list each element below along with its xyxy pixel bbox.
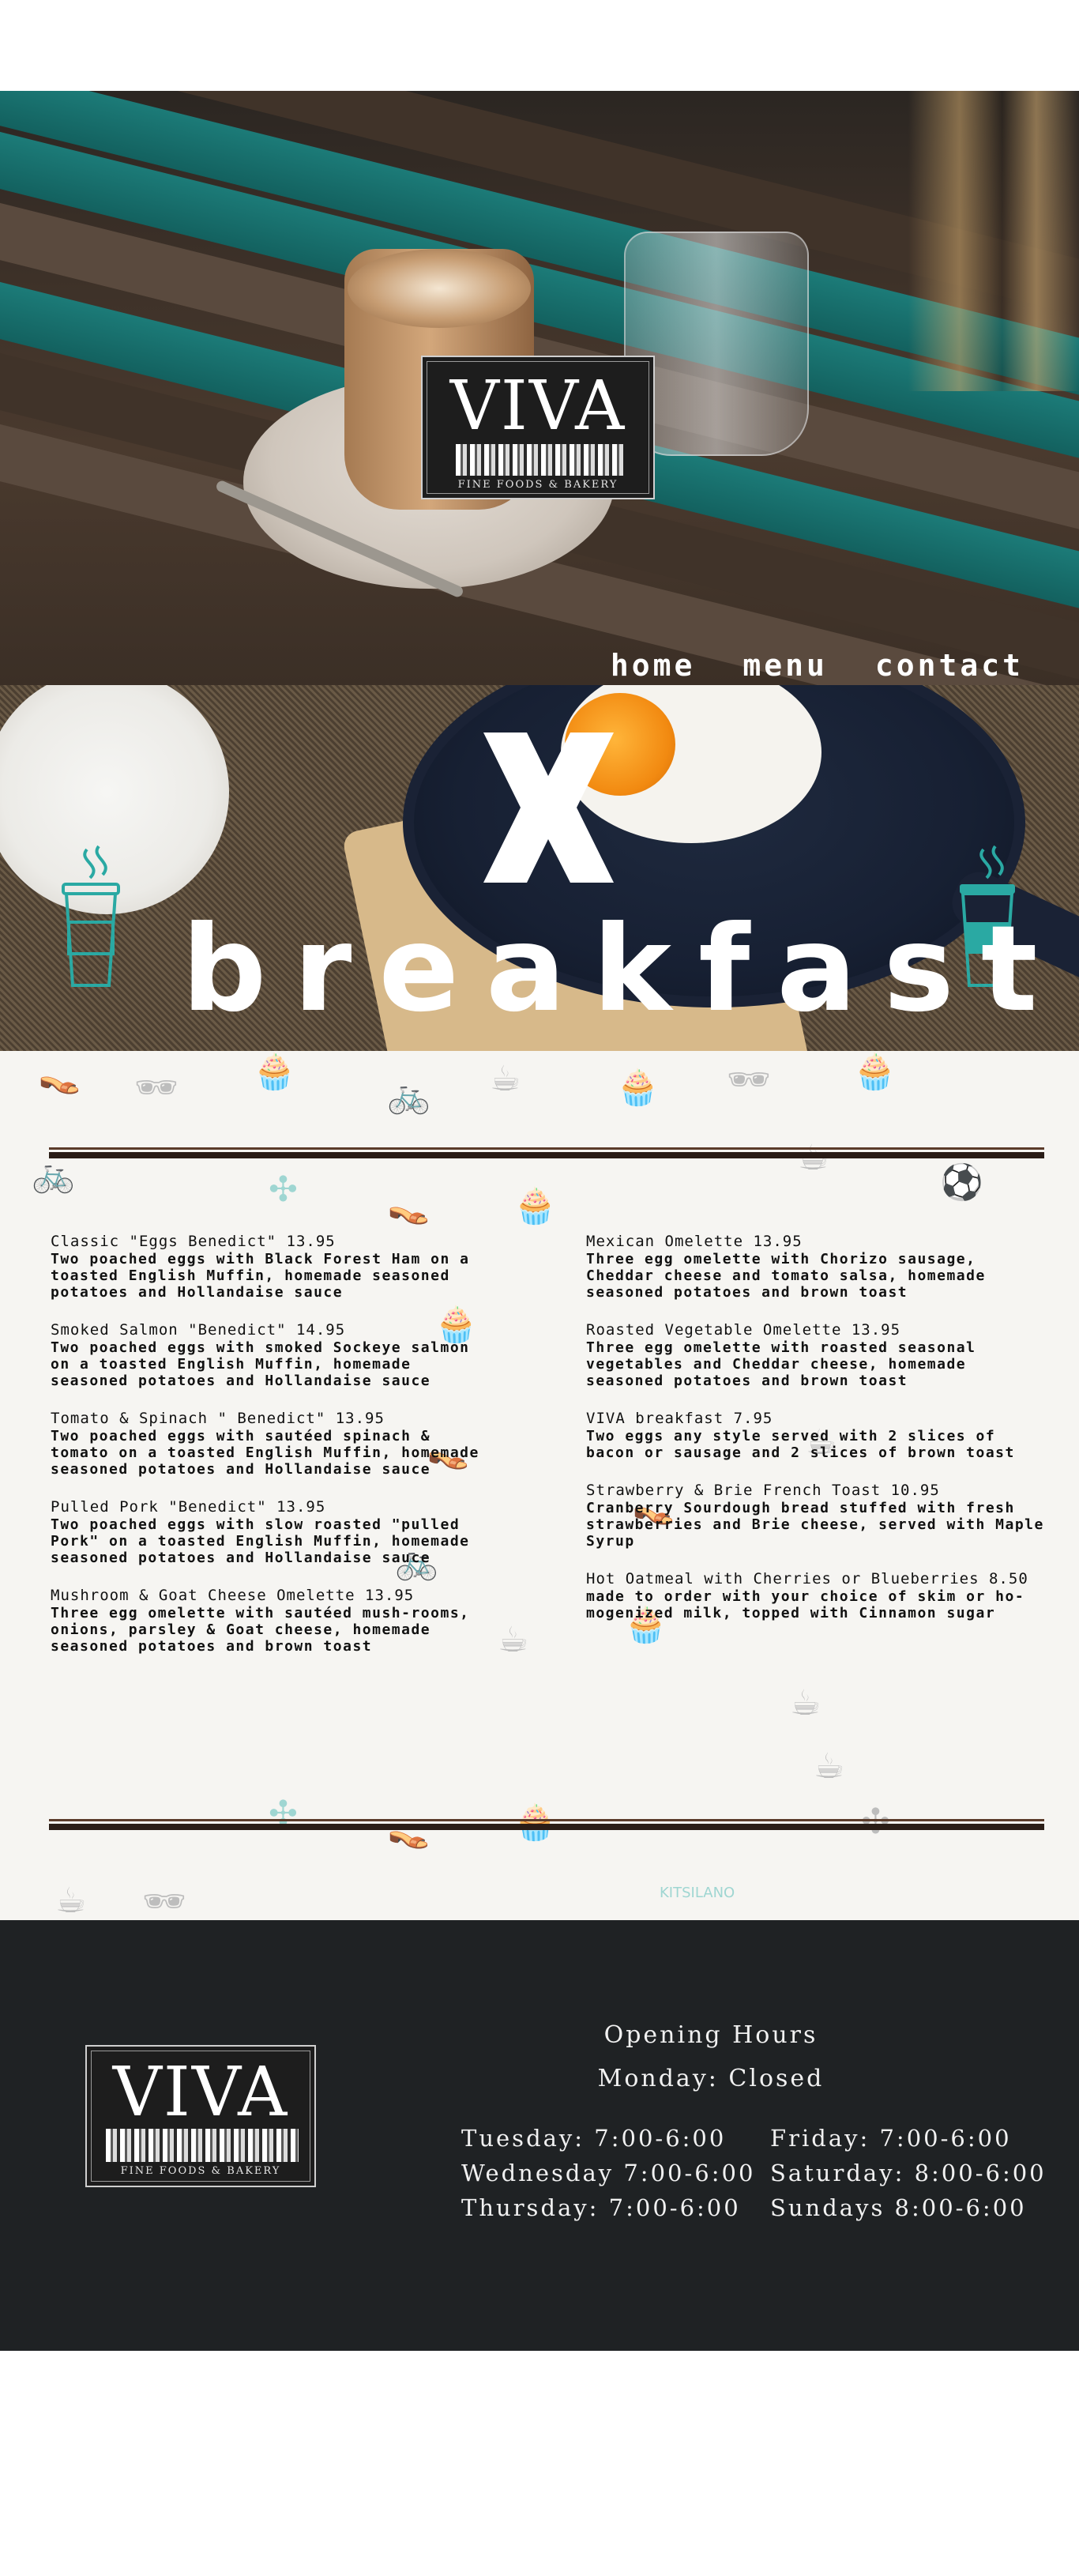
menu-column-left: Classic "Eggs Benedict" 13.95 Two poache… [51,1233,493,1675]
menu-item-desc: made to order with your choice of skim o… [586,1588,1025,1621]
menu-item-desc: Three egg omelette with roasted seasonal… [586,1339,976,1389]
hours-column-left: Tuesday: 7:00-6:00 Wednesday 7:00-6:00 T… [461,2121,755,2225]
menu-item-desc: Two poached eggs with slow roasted "pull… [51,1516,470,1566]
flip-flops-icon: 👡 [387,1186,430,1226]
menu-item-title: Pulled Pork "Benedict" 13.95 [51,1498,326,1516]
menu-item-desc: Two eggs any style served with 2 slices … [586,1428,1015,1461]
bicycle-icon: 🚲 [32,1154,75,1195]
coffee-cup-icon: ☕ [814,1746,845,1787]
hours-row: Sundays 8:00-6:00 [770,2194,1027,2221]
menu-item: Classic "Eggs Benedict" 13.95 Two poache… [51,1233,493,1301]
x-mark-icon [483,733,614,883]
sunglasses-icon: 🕶 [134,1068,179,1108]
flip-flops-icon: 👡 [387,1810,430,1851]
hours-title: Opening Hours [603,2021,818,2049]
menu-item: Roasted Vegetable Omelette 13.95 Three e… [586,1321,1044,1389]
hours-row: Saturday: 8:00-6:00 [770,2160,1047,2186]
page: VIVA FINE FOODS & BAKERY home menu conta… [0,0,1079,2576]
logo-ornament [106,2129,299,2162]
menu-item: Pulled Pork "Benedict" 13.95 Two poached… [51,1498,493,1566]
window-light [908,91,1079,391]
logo-title: VIVA [112,2053,289,2132]
bicycle-icon: 🚲 [387,1075,430,1116]
logo-subtitle: FINE FOODS & BAKERY [120,2165,281,2177]
coffee-cup-icon: ☕ [490,1059,521,1099]
breakfast-banner: breakfast [0,685,1079,1051]
bottom-divider [49,1819,1044,1830]
menu-item-desc: Two poached eggs with smoked Sockeye sal… [51,1339,470,1389]
menu-item-desc: Two poached eggs with sautéed spinach & … [51,1428,479,1478]
nav-home[interactable]: home [611,648,696,683]
coffee-cup-icon: ☕ [790,1683,821,1723]
footer: VIVA FINE FOODS & BAKERY Opening Hours M… [0,1920,1079,2351]
menu-item: Hot Oatmeal with Cherries or Blueberries… [586,1570,1044,1621]
hours-closed: Monday: Closed [597,2065,825,2092]
footer-logo[interactable]: VIVA FINE FOODS & BAKERY [85,2045,316,2187]
breakfast-menu: 👡 🕶 🧁 🚲 ☕ 🧁 🕶 🧁 🚲 ✣ 👡 🧁 ☕ ⚽ 🧁 👡 🚲 👡 ☕ ☕ … [0,1051,1079,1920]
menu-item-desc: Cranberry Sourdough bread stuffed with f… [586,1500,1044,1550]
menu-item-desc: Three egg omelette with sautéed mush-roo… [51,1605,470,1655]
banner-title: breakfast [182,901,1065,1038]
logo-title: VIVA [449,367,626,446]
cupcake-icon: 🧁 [853,1052,897,1092]
cupcake-icon: 🧁 [253,1052,296,1092]
menu-item-desc: Three egg omelette with Chorizo sausage,… [586,1251,986,1301]
menu-item: Mushroom & Goat Cheese Omelette 13.95 Th… [51,1587,493,1655]
cupcake-icon: 🧁 [513,1186,557,1226]
hours-column-right: Friday: 7:00-6:00 Saturday: 8:00-6:00 Su… [770,2121,1047,2225]
coffee-cup-icon [62,845,120,987]
menu-item: Mexican Omelette 13.95 Three egg omelett… [586,1233,1044,1301]
top-divider [49,1147,1044,1158]
volleyball-icon: ⚽ [940,1162,983,1203]
hours-row: Friday: 7:00-6:00 [770,2125,1012,2152]
latte-foam [348,249,531,328]
flip-flops-icon: 👡 [38,1056,81,1096]
menu-item-title: Tomato & Spinach " Benedict" 13.95 [51,1410,385,1427]
menu-item-title: VIVA breakfast 7.95 [586,1410,773,1427]
windmill-icon: ✣ [269,1169,298,1210]
hours-row: Tuesday: 7:00-6:00 [461,2125,727,2152]
menu-item-title: Mushroom & Goat Cheese Omelette 13.95 [51,1587,415,1604]
hero-image: VIVA FINE FOODS & BAKERY [0,91,1079,685]
coffee-cup-icon: ☕ [498,1620,529,1660]
hours-row: Wednesday 7:00-6:00 [461,2160,756,2186]
coffee-cup-icon: ☕ [55,1881,87,1920]
logo-ornament [456,444,623,476]
hours-row: Thursday: 7:00-6:00 [461,2194,741,2221]
cupcake-icon: 🧁 [616,1068,660,1108]
menu-item-title: Mexican Omelette 13.95 [586,1233,803,1250]
menu-item-title: Strawberry & Brie French Toast 10.95 [586,1482,940,1499]
menu-item: Tomato & Spinach " Benedict" 13.95 Two p… [51,1410,493,1478]
menu-item: Strawberry & Brie French Toast 10.95 Cra… [586,1482,1044,1550]
sunglasses-icon: 🕶 [727,1060,771,1100]
logo-subtitle: FINE FOODS & BAKERY [457,479,618,491]
nav-menu[interactable]: menu [743,648,828,683]
menu-item: VIVA breakfast 7.95 Two eggs any style s… [586,1410,1044,1461]
main-nav: home menu contact [611,648,1024,683]
menu-item-desc: Two poached eggs with Black Forest Ham o… [51,1251,470,1301]
nav-contact[interactable]: contact [875,648,1024,683]
menu-item-title: Smoked Salmon "Benedict" 14.95 [51,1321,346,1339]
menu-item-title: Classic "Eggs Benedict" 13.95 [51,1233,336,1250]
hero-logo[interactable]: VIVA FINE FOODS & BAKERY [421,356,655,499]
kitsilano-watermark: KITSILANO [660,1885,735,1901]
menu-item: Smoked Salmon "Benedict" 14.95 Two poach… [51,1321,493,1389]
menu-item-title: Roasted Vegetable Omelette 13.95 [586,1321,901,1339]
menu-column-right: Mexican Omelette 13.95 Three egg omelett… [586,1233,1044,1642]
sunglasses-icon: 🕶 [142,1881,186,1920]
menu-item-title: Hot Oatmeal with Cherries or Blueberries… [586,1570,1028,1587]
